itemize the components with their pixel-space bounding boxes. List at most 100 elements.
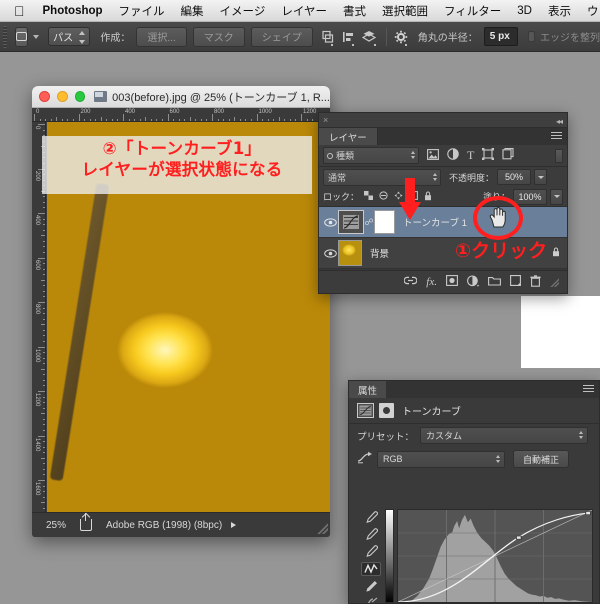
ruler-tick (206, 119, 208, 121)
curve-point[interactable] (515, 535, 522, 540)
black-point-eyedropper-icon[interactable] (361, 545, 381, 558)
link-layers-icon[interactable] (403, 276, 418, 288)
blend-mode-select[interactable]: 通常 (323, 168, 441, 186)
filter-shape-icon[interactable] (482, 148, 495, 163)
fill-slider-arrow-icon[interactable] (550, 188, 563, 205)
curves-adjustment-thumb[interactable] (338, 210, 364, 234)
tool-preset-chevron-down-icon[interactable] (33, 34, 40, 39)
photo-thumb[interactable] (338, 240, 362, 266)
ruler-tick (43, 240, 45, 242)
menu-item-window[interactable]: ウィン (579, 3, 600, 19)
menu-item-filter[interactable]: フィルター (436, 3, 509, 19)
panel-menu-icon[interactable] (583, 385, 594, 394)
layers-panel[interactable]: × ◂◂ レイヤー 種類 T 通常 不透明度： 50% ロック： 塗り： 100… (318, 112, 568, 294)
close-button[interactable] (39, 91, 50, 102)
path-operations-icon[interactable] (320, 27, 334, 47)
new-layer-icon[interactable] (510, 275, 521, 289)
apple-menu-icon[interactable]:  (0, 4, 35, 18)
curve-point[interactable] (585, 511, 592, 515)
ruler-tick (212, 114, 213, 121)
filter-smart-object-icon[interactable] (502, 148, 514, 163)
tab-layers[interactable]: レイヤー (319, 128, 378, 145)
new-adjustment-layer-icon[interactable] (467, 274, 479, 290)
ruler-tick-label: 1400 (34, 437, 40, 451)
layer-locked-icon (552, 247, 560, 259)
opacity-slider-arrow-icon[interactable] (534, 169, 548, 185)
menu-item-file[interactable]: ファイル (111, 3, 173, 19)
mask-link-icon[interactable]: ☍ (364, 217, 374, 228)
path-mode-select[interactable]: パス (48, 27, 91, 46)
path-alignment-icon[interactable] (341, 27, 355, 47)
radius-input[interactable]: 5 px (483, 27, 518, 46)
ruler-tick (78, 114, 80, 121)
opacity-input[interactable]: 50% (497, 169, 532, 185)
menu-item-image[interactable]: イメージ (212, 3, 274, 19)
ruler-tick (43, 424, 45, 426)
lock-transparency-icon[interactable] (364, 190, 374, 203)
tab-properties[interactable]: 属性 (349, 381, 387, 398)
tone-curve-graph[interactable] (397, 509, 593, 603)
lock-all-icon[interactable] (424, 191, 432, 203)
filter-adjustment-icon[interactable] (447, 148, 459, 163)
panel-menu-icon[interactable] (551, 132, 562, 141)
document-title-bar[interactable]: 003(before).jpg @ 25% (トーンカーブ 1, R... (32, 86, 330, 108)
menu-item-layer[interactable]: レイヤー (273, 3, 335, 19)
auto-correct-button[interactable]: 自動補正 (513, 450, 570, 468)
layer-visibility-icon[interactable] (322, 217, 338, 227)
lock-image-icon[interactable] (379, 190, 388, 203)
window-resize-grip[interactable] (317, 523, 328, 534)
draw-curve-pencil-icon[interactable] (361, 580, 381, 593)
menu-item-photoshop[interactable]: Photoshop (35, 5, 111, 17)
delete-layer-icon[interactable] (530, 274, 541, 290)
white-point-eyedropper-icon[interactable] (361, 511, 381, 524)
ruler-tick (38, 435, 45, 437)
radius-label: 角丸の半径： (417, 33, 478, 44)
menu-item-view[interactable]: 表示 (540, 3, 579, 19)
horizontal-ruler[interactable]: 0 200 400 600 800 1000 1200 (32, 108, 330, 122)
align-edges-checkbox[interactable] (527, 31, 535, 42)
close-icon[interactable]: × (323, 115, 328, 125)
add-layer-mask-icon[interactable] (446, 275, 458, 289)
menu-item-select[interactable]: 選択範囲 (374, 3, 436, 19)
shape-button[interactable]: シェイプ (250, 26, 313, 47)
ruler-tick (41, 502, 45, 504)
output-gradient-bar (385, 509, 394, 603)
gray-point-eyedropper-icon[interactable] (361, 528, 381, 541)
zoom-button[interactable] (74, 91, 86, 102)
channel-select[interactable]: RGB (377, 450, 505, 468)
selection-button[interactable]: 選択... (136, 26, 187, 47)
filter-type-icon[interactable]: T (467, 148, 474, 163)
fill-input[interactable]: 100% (513, 188, 547, 205)
panel-resize-grip[interactable] (550, 277, 559, 287)
options-bar-grip[interactable] (3, 25, 8, 48)
rounded-rectangle-tool-icon[interactable] (15, 26, 29, 47)
ruler-tick (43, 274, 45, 276)
share-icon[interactable] (80, 513, 93, 531)
table-row[interactable]: ☍ トーンカーブ 1 (319, 207, 567, 238)
ruler-tick (184, 119, 186, 121)
filter-pixel-icon[interactable] (427, 148, 439, 163)
layer-mask-thumb[interactable] (374, 210, 395, 234)
gear-icon[interactable] (394, 27, 408, 47)
collapse-panel-icon[interactable]: ◂◂ (556, 117, 563, 126)
filter-kind-select[interactable]: 種類 (323, 147, 419, 164)
smooth-curve-icon[interactable] (361, 597, 381, 603)
edit-points-curve-icon[interactable] (361, 562, 381, 576)
status-expand-arrow-icon[interactable] (231, 522, 237, 528)
path-arrangement-icon[interactable] (361, 27, 377, 47)
menu-item-edit[interactable]: 編集 (173, 3, 212, 19)
layer-visibility-icon[interactable] (322, 248, 338, 258)
menu-item-type[interactable]: 書式 (335, 3, 374, 19)
menu-item-3d[interactable]: 3D (509, 5, 540, 17)
filter-enable-toggle[interactable] (555, 148, 563, 163)
mask-button[interactable]: マスク (192, 26, 245, 47)
properties-panel[interactable]: 属性 トーンカーブ プリセット： カスタム RGB 自動補正 (348, 380, 600, 604)
zoom-level-field[interactable]: 25% (46, 520, 66, 531)
ruler-tick (43, 318, 45, 320)
curve-target-icon[interactable] (357, 451, 377, 467)
minimize-button[interactable] (56, 91, 68, 102)
layer-mask-icon[interactable] (379, 403, 394, 418)
layer-style-fx-icon[interactable]: fx. (426, 276, 437, 288)
new-group-icon[interactable] (488, 276, 501, 289)
preset-select[interactable]: カスタム (420, 427, 589, 444)
